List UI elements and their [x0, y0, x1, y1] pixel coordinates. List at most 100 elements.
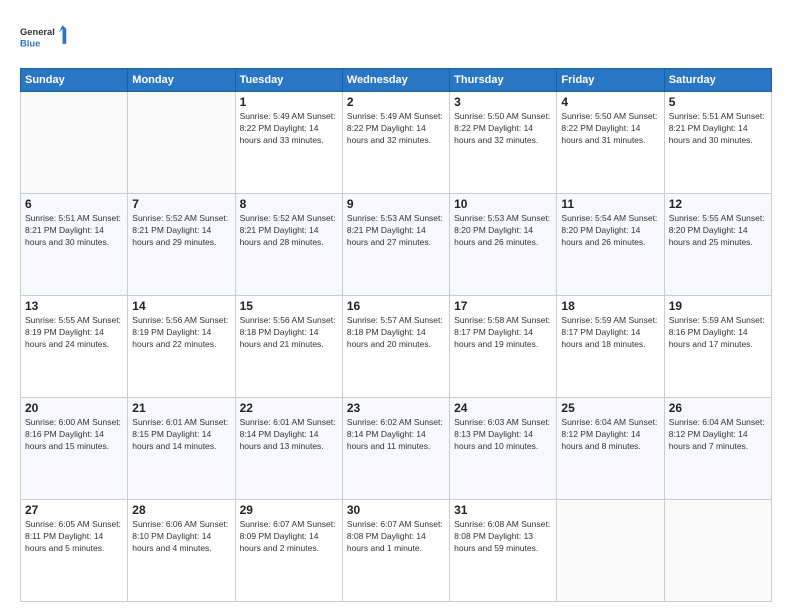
- day-number: 15: [240, 299, 338, 313]
- day-info: Sunrise: 6:04 AM Sunset: 8:12 PM Dayligh…: [561, 417, 659, 453]
- day-info: Sunrise: 5:57 AM Sunset: 8:18 PM Dayligh…: [347, 315, 445, 351]
- calendar-cell: 25 Sunrise: 6:04 AM Sunset: 8:12 PM Dayli…: [557, 398, 664, 500]
- day-number: 3: [454, 95, 552, 109]
- calendar-cell: 14 Sunrise: 5:56 AM Sunset: 8:19 PM Dayli…: [128, 296, 235, 398]
- calendar-week-row: 13 Sunrise: 5:55 AM Sunset: 8:19 PM Dayli…: [21, 296, 772, 398]
- calendar-cell: 20 Sunrise: 6:00 AM Sunset: 8:16 PM Dayli…: [21, 398, 128, 500]
- calendar-cell: 3 Sunrise: 5:50 AM Sunset: 8:22 PM Daylig…: [450, 92, 557, 194]
- day-info: Sunrise: 5:50 AM Sunset: 8:22 PM Dayligh…: [561, 111, 659, 147]
- calendar-cell: 16 Sunrise: 5:57 AM Sunset: 8:18 PM Dayli…: [342, 296, 449, 398]
- day-info: Sunrise: 5:55 AM Sunset: 8:20 PM Dayligh…: [669, 213, 767, 249]
- day-number: 9: [347, 197, 445, 211]
- weekday-header: Tuesday: [235, 69, 342, 92]
- day-info: Sunrise: 6:01 AM Sunset: 8:14 PM Dayligh…: [240, 417, 338, 453]
- logo: General Blue: [20, 16, 70, 58]
- day-info: Sunrise: 5:53 AM Sunset: 8:20 PM Dayligh…: [454, 213, 552, 249]
- day-number: 29: [240, 503, 338, 517]
- day-info: Sunrise: 5:56 AM Sunset: 8:18 PM Dayligh…: [240, 315, 338, 351]
- calendar: SundayMondayTuesdayWednesdayThursdayFrid…: [20, 68, 772, 602]
- day-info: Sunrise: 6:08 AM Sunset: 8:08 PM Dayligh…: [454, 519, 552, 555]
- day-number: 30: [347, 503, 445, 517]
- calendar-cell: 6 Sunrise: 5:51 AM Sunset: 8:21 PM Daylig…: [21, 194, 128, 296]
- calendar-week-row: 27 Sunrise: 6:05 AM Sunset: 8:11 PM Dayli…: [21, 500, 772, 602]
- day-info: Sunrise: 5:59 AM Sunset: 8:16 PM Dayligh…: [669, 315, 767, 351]
- day-number: 22: [240, 401, 338, 415]
- day-info: Sunrise: 5:53 AM Sunset: 8:21 PM Dayligh…: [347, 213, 445, 249]
- calendar-cell: 24Sunrise: 6:03 AM Sunset: 8:13 PM Dayli…: [450, 398, 557, 500]
- day-info: Sunrise: 5:50 AM Sunset: 8:22 PM Dayligh…: [454, 111, 552, 147]
- day-number: 14: [132, 299, 230, 313]
- weekday-header: Saturday: [664, 69, 771, 92]
- weekday-header: Wednesday: [342, 69, 449, 92]
- day-number: 7: [132, 197, 230, 211]
- calendar-cell: 31 Sunrise: 6:08 AM Sunset: 8:08 PM Dayli…: [450, 500, 557, 602]
- day-info: Sunrise: 5:51 AM Sunset: 8:21 PM Dayligh…: [25, 213, 123, 249]
- calendar-cell: 29 Sunrise: 6:07 AM Sunset: 8:09 PM Dayli…: [235, 500, 342, 602]
- calendar-cell: [664, 500, 771, 602]
- day-number: 20: [25, 401, 123, 415]
- day-number: 4: [561, 95, 659, 109]
- calendar-week-row: 20 Sunrise: 6:00 AM Sunset: 8:16 PM Dayli…: [21, 398, 772, 500]
- calendar-cell: 5Sunrise: 5:51 AM Sunset: 8:21 PM Daylig…: [664, 92, 771, 194]
- calendar-cell: 28Sunrise: 6:06 AM Sunset: 8:10 PM Dayli…: [128, 500, 235, 602]
- calendar-cell: 21Sunrise: 6:01 AM Sunset: 8:15 PM Dayli…: [128, 398, 235, 500]
- day-info: Sunrise: 5:49 AM Sunset: 8:22 PM Dayligh…: [240, 111, 338, 147]
- day-number: 8: [240, 197, 338, 211]
- day-info: Sunrise: 6:00 AM Sunset: 8:16 PM Dayligh…: [25, 417, 123, 453]
- day-number: 13: [25, 299, 123, 313]
- day-info: Sunrise: 5:54 AM Sunset: 8:20 PM Dayligh…: [561, 213, 659, 249]
- day-info: Sunrise: 5:56 AM Sunset: 8:19 PM Dayligh…: [132, 315, 230, 351]
- day-info: Sunrise: 6:03 AM Sunset: 8:13 PM Dayligh…: [454, 417, 552, 453]
- day-info: Sunrise: 6:02 AM Sunset: 8:14 PM Dayligh…: [347, 417, 445, 453]
- day-number: 25: [561, 401, 659, 415]
- day-number: 31: [454, 503, 552, 517]
- calendar-cell: 1Sunrise: 5:49 AM Sunset: 8:22 PM Daylig…: [235, 92, 342, 194]
- day-number: 17: [454, 299, 552, 313]
- calendar-header: SundayMondayTuesdayWednesdayThursdayFrid…: [21, 69, 772, 92]
- day-info: Sunrise: 5:52 AM Sunset: 8:21 PM Dayligh…: [132, 213, 230, 249]
- day-info: Sunrise: 5:52 AM Sunset: 8:21 PM Dayligh…: [240, 213, 338, 249]
- day-number: 26: [669, 401, 767, 415]
- day-number: 11: [561, 197, 659, 211]
- day-info: Sunrise: 6:07 AM Sunset: 8:09 PM Dayligh…: [240, 519, 338, 555]
- calendar-week-row: 6 Sunrise: 5:51 AM Sunset: 8:21 PM Daylig…: [21, 194, 772, 296]
- logo-svg: General Blue: [20, 16, 70, 58]
- day-number: 16: [347, 299, 445, 313]
- day-number: 23: [347, 401, 445, 415]
- calendar-cell: [128, 92, 235, 194]
- day-info: Sunrise: 6:06 AM Sunset: 8:10 PM Dayligh…: [132, 519, 230, 555]
- day-number: 5: [669, 95, 767, 109]
- day-number: 10: [454, 197, 552, 211]
- day-info: Sunrise: 5:58 AM Sunset: 8:17 PM Dayligh…: [454, 315, 552, 351]
- day-number: 12: [669, 197, 767, 211]
- weekday-header: Thursday: [450, 69, 557, 92]
- weekday-header: Monday: [128, 69, 235, 92]
- day-number: 27: [25, 503, 123, 517]
- calendar-cell: 13 Sunrise: 5:55 AM Sunset: 8:19 PM Dayli…: [21, 296, 128, 398]
- day-number: 18: [561, 299, 659, 313]
- day-info: Sunrise: 5:55 AM Sunset: 8:19 PM Dayligh…: [25, 315, 123, 351]
- calendar-cell: [557, 500, 664, 602]
- day-info: Sunrise: 6:01 AM Sunset: 8:15 PM Dayligh…: [132, 417, 230, 453]
- day-info: Sunrise: 6:07 AM Sunset: 8:08 PM Dayligh…: [347, 519, 445, 555]
- calendar-cell: 10 Sunrise: 5:53 AM Sunset: 8:20 PM Dayli…: [450, 194, 557, 296]
- svg-text:Blue: Blue: [20, 38, 40, 48]
- calendar-cell: 11 Sunrise: 5:54 AM Sunset: 8:20 PM Dayli…: [557, 194, 664, 296]
- calendar-cell: 18Sunrise: 5:59 AM Sunset: 8:17 PM Dayli…: [557, 296, 664, 398]
- calendar-body: 1Sunrise: 5:49 AM Sunset: 8:22 PM Daylig…: [21, 92, 772, 602]
- calendar-cell: 22 Sunrise: 6:01 AM Sunset: 8:14 PM Dayli…: [235, 398, 342, 500]
- calendar-cell: 12 Sunrise: 5:55 AM Sunset: 8:20 PM Dayli…: [664, 194, 771, 296]
- day-number: 19: [669, 299, 767, 313]
- page: General Blue SundayMondayTuesdayWednesda…: [0, 0, 792, 612]
- calendar-cell: 17 Sunrise: 5:58 AM Sunset: 8:17 PM Dayli…: [450, 296, 557, 398]
- calendar-cell: 8 Sunrise: 5:52 AM Sunset: 8:21 PM Daylig…: [235, 194, 342, 296]
- calendar-cell: 27 Sunrise: 6:05 AM Sunset: 8:11 PM Dayli…: [21, 500, 128, 602]
- day-info: Sunrise: 6:05 AM Sunset: 8:11 PM Dayligh…: [25, 519, 123, 555]
- calendar-cell: 15 Sunrise: 5:56 AM Sunset: 8:18 PM Dayli…: [235, 296, 342, 398]
- weekday-row: SundayMondayTuesdayWednesdayThursdayFrid…: [21, 69, 772, 92]
- calendar-cell: 30 Sunrise: 6:07 AM Sunset: 8:08 PM Dayli…: [342, 500, 449, 602]
- weekday-header: Friday: [557, 69, 664, 92]
- calendar-cell: 9 Sunrise: 5:53 AM Sunset: 8:21 PM Daylig…: [342, 194, 449, 296]
- header: General Blue: [20, 16, 772, 58]
- day-number: 6: [25, 197, 123, 211]
